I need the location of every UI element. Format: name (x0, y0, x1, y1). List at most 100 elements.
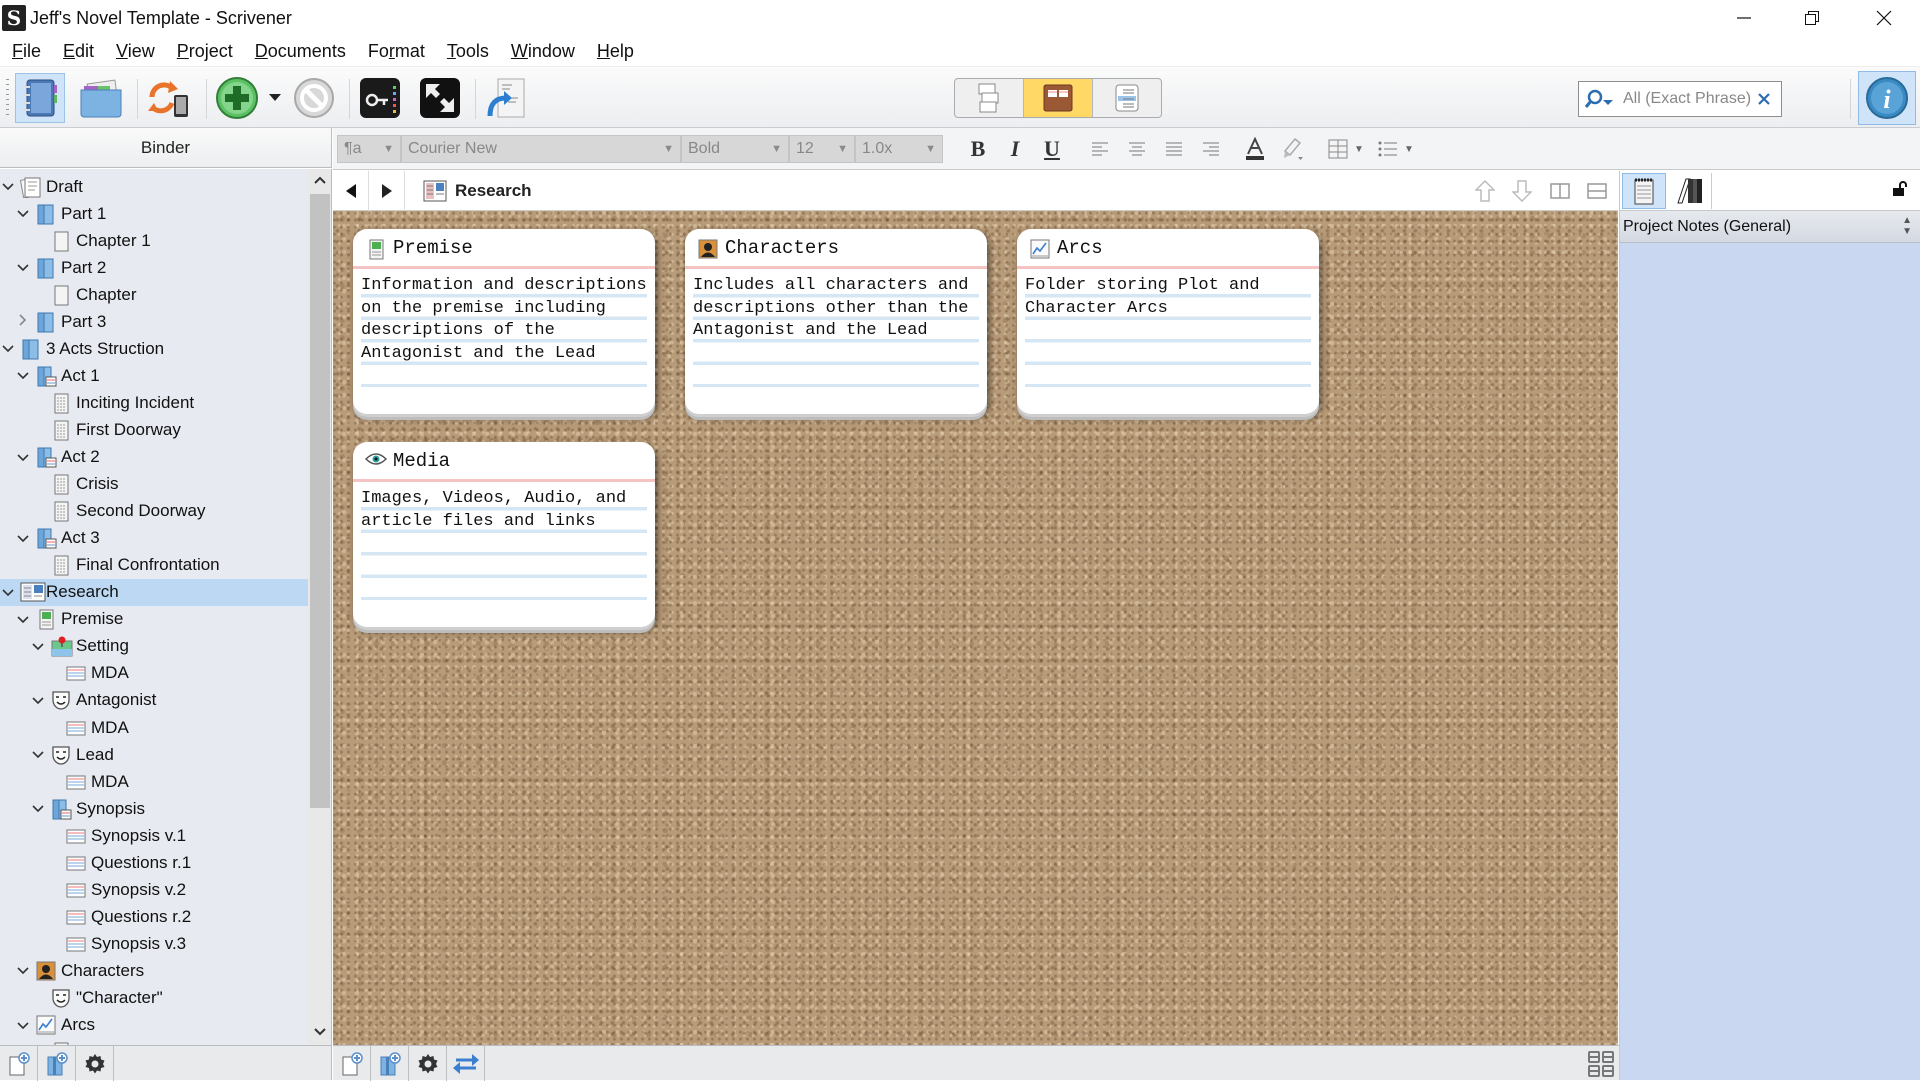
notes-selector[interactable]: Project Notes (General) ▲ ▼ (1619, 211, 1920, 243)
chevron-right-icon[interactable] (15, 314, 31, 329)
binder-item[interactable]: "Character" (0, 985, 308, 1012)
binder-item[interactable]: First Doorway (0, 416, 308, 443)
binder-item[interactable]: Setting (0, 633, 308, 660)
composition-mode-button[interactable] (415, 73, 465, 123)
index-card-title-bar[interactable]: Arcs (1017, 229, 1319, 269)
index-card[interactable]: Characters Includes all characters and de… (685, 229, 987, 414)
chevron-down-icon[interactable] (15, 612, 31, 627)
chevron-down-icon[interactable] (30, 693, 46, 708)
index-card-synopsis[interactable]: Folder storing Plot and Character Arcs (1025, 275, 1311, 387)
binder-item[interactable]: MDA (0, 660, 308, 687)
compile-button[interactable] (481, 73, 531, 123)
chevron-down-icon[interactable] (0, 179, 16, 194)
chevron-down-icon[interactable] (15, 260, 31, 275)
collections-button[interactable] (76, 73, 126, 123)
corkboard[interactable]: Premise Information and descriptions on t… (333, 211, 1618, 1045)
chevron-down-icon[interactable] (30, 801, 46, 816)
index-card-title-bar[interactable]: Media (353, 442, 655, 482)
binder-item[interactable]: Draft (0, 173, 308, 200)
binder-item[interactable]: Synopsis v.1 (0, 822, 308, 849)
binder-item[interactable]: Research (0, 578, 308, 606)
binder-item[interactable]: Chapter (0, 281, 308, 308)
align-left-button[interactable] (1085, 135, 1115, 163)
binder-item[interactable]: MDA (0, 768, 308, 795)
menu-format[interactable]: Format (368, 41, 425, 62)
corkboard-layout-button[interactable] (1587, 1050, 1615, 1078)
view-mode-scrivenings[interactable] (955, 79, 1024, 117)
font-size-select[interactable]: 12 ▼ (789, 135, 855, 163)
binder-item[interactable]: Synopsis (0, 795, 308, 822)
chevron-down-icon[interactable] (0, 341, 16, 356)
binder-item[interactable]: Part 2 (0, 254, 308, 281)
binder-item[interactable]: Part 3 (0, 308, 308, 335)
binder-item[interactable]: Questions r.2 (0, 903, 308, 930)
binder-toggle-button[interactable] (15, 73, 65, 123)
menu-edit[interactable]: Edit (63, 41, 94, 62)
binder-add-folder-button[interactable] (38, 1046, 76, 1081)
scroll-down-icon[interactable] (313, 1027, 327, 1037)
binder-item[interactable]: 3 Acts Struction (0, 335, 308, 362)
cork-swap-button[interactable] (447, 1046, 485, 1081)
navigate-forward-button[interactable] (369, 171, 405, 211)
move-down-button[interactable] (1508, 179, 1536, 203)
sync-button[interactable] (143, 73, 193, 123)
index-card[interactable]: Premise Information and descriptions on t… (353, 229, 655, 414)
binder-item[interactable]: MDA (0, 714, 308, 741)
inspector-toggle-button[interactable]: i (1858, 71, 1916, 125)
index-card[interactable]: Arcs Folder storing Plot and Character Ar… (1017, 229, 1319, 414)
view-mode-corkboard[interactable] (1024, 79, 1093, 117)
delete-button[interactable] (289, 73, 339, 123)
index-card-synopsis[interactable]: Information and descriptions on the prem… (361, 275, 647, 387)
clear-search-icon[interactable] (1757, 92, 1771, 106)
inspector-tab-snapshots[interactable] (1668, 173, 1712, 209)
add-dropdown-button[interactable] (262, 73, 288, 123)
split-vertical-button[interactable] (1546, 179, 1574, 203)
binder-item[interactable]: Crisis (0, 471, 308, 498)
font-family-select[interactable]: Courier New ▼ (401, 135, 681, 163)
binder-settings-button[interactable] (76, 1046, 114, 1081)
project-notes-editor[interactable] (1619, 243, 1920, 1080)
menu-help[interactable]: Help (597, 41, 634, 62)
binder-item[interactable]: Final Confrontation (0, 552, 308, 579)
underline-button[interactable]: U (1037, 135, 1067, 163)
binder-scrollbar-thumb[interactable] (310, 194, 330, 808)
chevron-down-icon[interactable] (0, 585, 16, 600)
binder-item[interactable]: Second Doorway (0, 498, 308, 525)
binder-item[interactable]: Act 3 (0, 525, 308, 552)
chevron-down-icon[interactable] (30, 639, 46, 654)
list-button[interactable] (1373, 135, 1403, 163)
search-icon[interactable] (1583, 88, 1617, 110)
binder-scrollbar[interactable] (308, 169, 332, 1045)
binder-tree[interactable]: Draft Part 1 Chapter 1 Part 2 Chapter Part 3 3… (0, 169, 308, 1045)
menu-project[interactable]: Project (177, 41, 233, 62)
menu-file[interactable]: File (12, 41, 41, 62)
split-horizontal-button[interactable] (1583, 179, 1611, 203)
toolbar-grip[interactable] (6, 79, 9, 119)
table-button[interactable] (1324, 135, 1354, 163)
binder-item[interactable]: Act 2 (0, 444, 308, 471)
binder-item[interactable]: Lead (0, 741, 308, 768)
binder-item[interactable]: Part 1 (0, 200, 308, 227)
cork-add-document-button[interactable] (333, 1046, 371, 1081)
restore-button[interactable] (1778, 0, 1846, 36)
close-button[interactable] (1850, 0, 1918, 36)
italic-button[interactable]: I (1000, 135, 1030, 163)
binder-item[interactable]: Arcs (0, 1012, 308, 1039)
view-mode-outliner[interactable] (1093, 79, 1161, 117)
binder-item[interactable]: Premise (0, 606, 308, 633)
scroll-up-icon[interactable] (313, 175, 327, 185)
list-dropdown[interactable]: ▼ (1401, 135, 1417, 163)
binder-add-document-button[interactable] (0, 1046, 38, 1081)
chevron-down-icon[interactable] (30, 747, 46, 762)
menu-window[interactable]: Window (511, 41, 575, 62)
binder-item[interactable]: Synopsis v.2 (0, 876, 308, 903)
table-dropdown[interactable]: ▼ (1351, 135, 1367, 163)
line-spacing-select[interactable]: 1.0x ▼ (855, 135, 943, 163)
chevron-down-icon[interactable] (15, 1018, 31, 1033)
inspector-lock-button[interactable] (1892, 181, 1910, 202)
chevron-down-icon[interactable] (15, 531, 31, 546)
paragraph-style-select[interactable]: ¶a ▼ (337, 135, 401, 163)
binder-item[interactable]: Antagonist (0, 687, 308, 714)
move-up-button[interactable] (1471, 179, 1499, 203)
inspector-tab-notes[interactable] (1622, 173, 1666, 209)
